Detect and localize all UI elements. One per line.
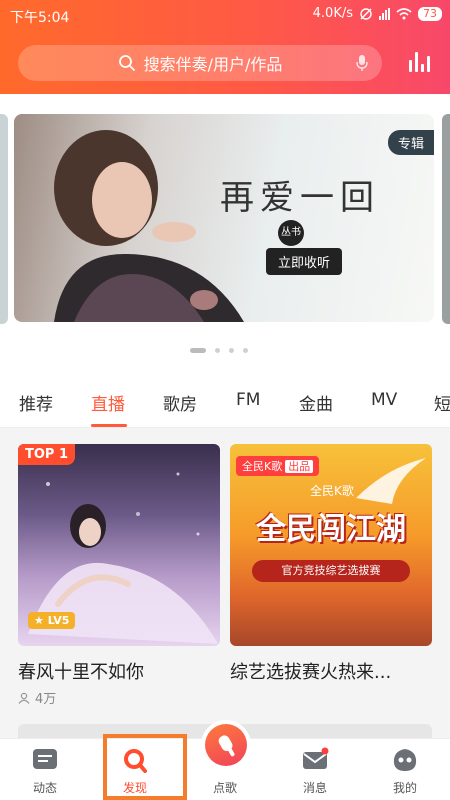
- tab-short[interactable]: 短: [434, 390, 450, 415]
- status-indicators: 4.0K/s 73: [313, 6, 442, 21]
- crane-decoration-icon: [356, 458, 426, 504]
- tab-mv[interactable]: MV: [371, 390, 397, 410]
- feed-icon: [33, 749, 57, 769]
- poster-subtitle: 官方竞技综艺选拔赛: [252, 560, 410, 582]
- request-song-button[interactable]: [201, 720, 251, 770]
- carousel-indicator: [190, 348, 248, 353]
- tab-recommend[interactable]: 推荐: [19, 390, 53, 415]
- banner-prev-peek: [0, 114, 8, 324]
- search-placeholder: 搜索伴奏/用户/作品: [143, 55, 283, 74]
- message-icon: [303, 747, 329, 769]
- battery-icon: 73: [418, 6, 442, 21]
- poster-title: 全民闯江湖: [256, 512, 406, 547]
- listen-now-button[interactable]: 立即收听: [266, 248, 343, 275]
- banner-next-peek: [442, 114, 450, 324]
- nav-discover[interactable]: 发现: [95, 739, 175, 800]
- contest-card[interactable]: 全民K歌 出品 全民K歌 全民闯江湖 官方竞技综艺选拔赛 综艺选拔赛火热来...: [230, 444, 432, 684]
- search-icon: [118, 55, 135, 71]
- banner-carousel[interactable]: 专辑 再爱一回 丛书 立即收听: [0, 94, 450, 370]
- live-card-title: 春风十里不如你: [18, 662, 144, 683]
- tab-golden-songs[interactable]: 金曲: [299, 390, 333, 415]
- live-card-meta: 4万: [18, 688, 220, 707]
- next-row-card-peek: [230, 724, 432, 738]
- ranking-chart-icon[interactable]: [409, 52, 430, 72]
- live-card[interactable]: TOP 1 ★ LV5 春风十里不如你 4万: [18, 444, 220, 707]
- nav-messages[interactable]: 消息: [275, 739, 355, 800]
- contest-card-title: 综艺选拔赛火热来...: [230, 662, 392, 683]
- banner-title: 再爱一回: [220, 178, 380, 218]
- banner-slide[interactable]: 专辑 再爱一回 丛书 立即收听: [14, 114, 434, 322]
- status-bar: 下午5:04 4.0K/s 73: [0, 0, 450, 30]
- profile-icon: [393, 749, 417, 771]
- network-speed: 4.0K/s: [312, 6, 353, 21]
- signal-icon: [379, 7, 390, 20]
- level-badge: ★ LV5: [28, 612, 76, 629]
- tab-rooms[interactable]: 歌房: [163, 390, 197, 415]
- wifi-icon: [396, 7, 412, 19]
- nav-profile[interactable]: 我的: [365, 739, 445, 800]
- live-cover-image: TOP 1 ★ LV5: [18, 444, 220, 646]
- microphone-icon[interactable]: [356, 54, 368, 72]
- tab-live[interactable]: 直播: [91, 390, 125, 415]
- category-tabs: 推荐 直播 歌房 FM 金曲 MV 短: [0, 370, 450, 428]
- mic-song-icon: [205, 724, 247, 766]
- active-tab-indicator: [91, 424, 127, 427]
- nav-feed[interactable]: 动态: [5, 739, 85, 800]
- album-tag: 专辑: [387, 130, 434, 155]
- contest-poster: 全民K歌 出品 全民K歌 全民闯江湖 官方竞技综艺选拔赛: [230, 444, 432, 646]
- rank-badge: TOP 1: [18, 444, 76, 465]
- brand-tag: 全民K歌 出品: [236, 456, 320, 476]
- banner-subtitle: 丛书: [278, 220, 304, 246]
- app-header: 下午5:04 4.0K/s 73 搜索伴奏/用户/作品: [0, 0, 450, 94]
- tab-fm[interactable]: FM: [236, 390, 260, 410]
- alarm-off-icon: [360, 7, 372, 20]
- search-input[interactable]: 搜索伴奏/用户/作品: [18, 45, 382, 81]
- next-row-card-peek: [18, 724, 220, 738]
- brand-logo: 全民K歌: [310, 484, 354, 498]
- status-time: 下午5:04: [10, 10, 70, 26]
- user-icon: [18, 692, 30, 704]
- discover-icon: [124, 749, 147, 773]
- listener-count: 4万: [35, 692, 57, 707]
